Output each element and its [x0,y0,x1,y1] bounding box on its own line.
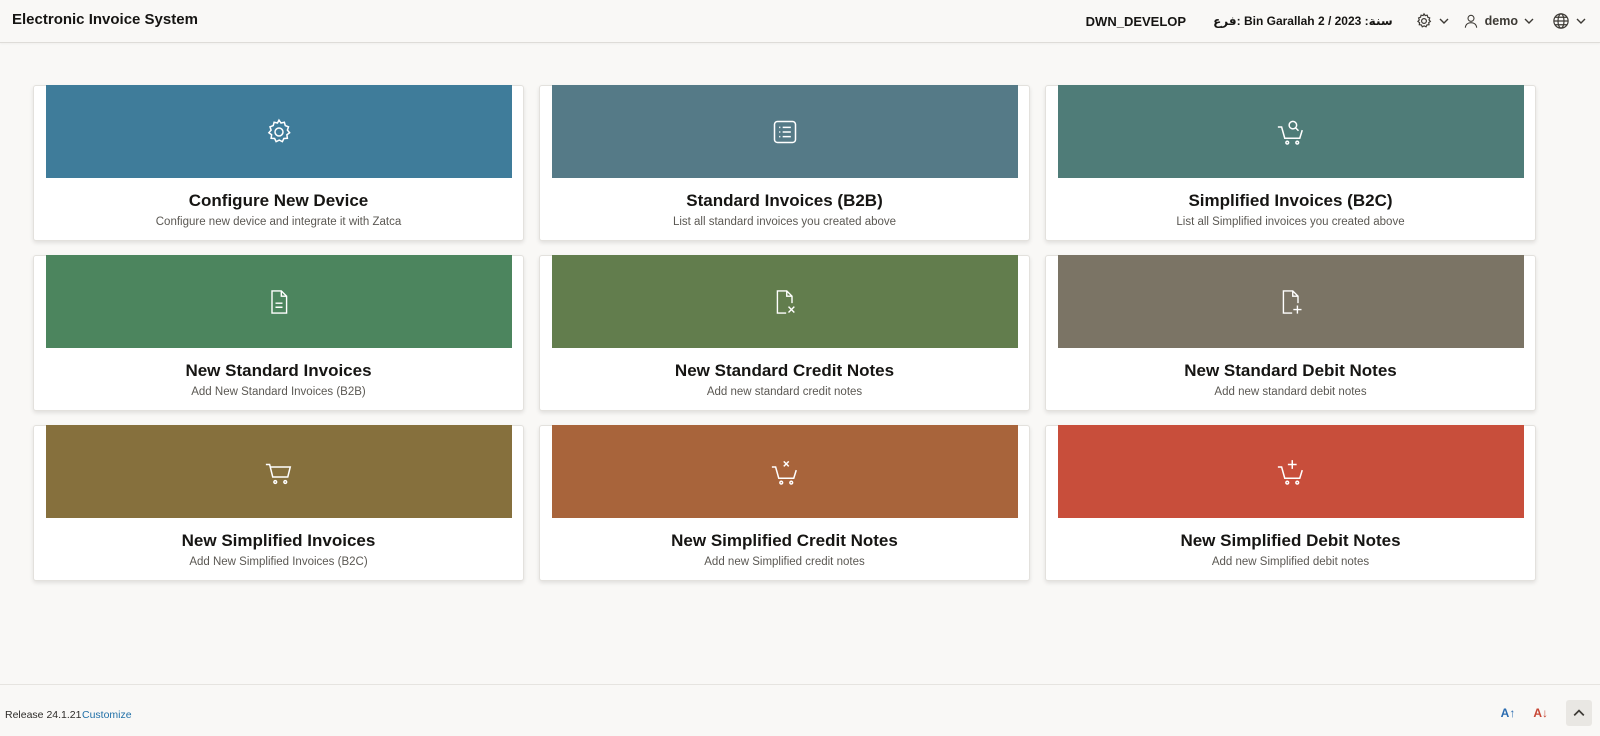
release-version: Release 24.1.21 [5,709,82,721]
gear-icon [267,118,291,143]
card-subtitle: List all Simplified invoices you created… [1176,216,1405,228]
increase-font-size-icon[interactable]: A↑ [1501,706,1516,720]
app-title[interactable]: Electronic Invoice System [12,11,198,28]
card-new-standard-invoices[interactable]: New Standard Invoices Add New Standard I… [33,255,524,411]
card-banner [46,425,512,518]
card-title: New Simplified Debit Notes [1180,531,1401,550]
cart-search-icon [1277,120,1303,145]
card-banner [552,425,1018,518]
user-name: demo [1484,14,1518,28]
card-banner [552,255,1018,348]
card-standard-invoices[interactable]: Standard Invoices (B2B) List all standar… [539,85,1030,241]
card-banner [46,255,512,348]
chevron-down-icon [1524,18,1534,24]
cards-grid: Configure New Device Configure new devic… [33,85,1536,581]
card-configure-new-device[interactable]: Configure New Device Configure new devic… [33,85,524,241]
card-title: New Simplified Invoices [181,531,376,550]
card-subtitle: Add New Standard Invoices (B2B) [191,386,366,398]
decrease-font-size-icon[interactable]: A↓ [1533,706,1548,720]
customize-link[interactable]: Customize [82,709,132,721]
branch-year-label: فرع: Bin Garallah 2 / 2023 :سنة [1213,14,1393,28]
cart-plus-icon [1277,459,1303,485]
card-subtitle: Add new Simplified credit notes [704,556,865,568]
document-plus-icon [1282,289,1302,314]
card-banner [1058,255,1524,348]
card-title: New Standard Invoices [185,361,372,380]
card-title: New Simplified Credit Notes [671,531,898,550]
scroll-to-top-button[interactable] [1566,700,1592,726]
language-menu-button[interactable] [1552,12,1586,30]
card-simplified-invoices[interactable]: Simplified Invoices (B2C) List all Simpl… [1045,85,1536,241]
card-title: Standard Invoices (B2B) [686,191,883,210]
card-subtitle: Add new standard debit notes [1214,386,1367,398]
card-banner [1058,425,1524,518]
footer-tools: A↑ A↓ [1501,700,1592,726]
cart-icon [265,463,292,484]
chevron-down-icon [1439,18,1449,24]
card-title: New Standard Credit Notes [674,361,895,380]
card-banner [46,85,512,178]
card-title: Configure New Device [188,191,369,210]
user-menu-button[interactable]: demo [1463,13,1534,29]
card-subtitle: Configure new device and integrate it wi… [155,216,402,228]
card-new-simplified-invoices[interactable]: New Simplified Invoices Add New Simplifi… [33,425,524,581]
user-icon [1464,14,1477,28]
gear-icon [1416,12,1431,28]
settings-menu-button[interactable] [1415,12,1449,30]
page-footer: Release 24.1.21 Customize A↑ A↓ [0,684,1600,736]
chevron-down-icon [1576,18,1586,24]
card-subtitle: Add new standard credit notes [706,386,863,398]
card-new-standard-debit-notes[interactable]: New Standard Debit Notes Add new standar… [1045,255,1536,411]
chevron-up-icon [1573,709,1585,716]
environment-label: DWN_DEVELOP [1085,13,1187,29]
card-new-simplified-credit-notes[interactable]: New Simplified Credit Notes Add new Simp… [539,425,1030,581]
cart-x-icon [771,460,797,485]
top-navigation-bar: Electronic Invoice System DWN_DEVELOP فر… [0,0,1600,43]
card-title: Simplified Invoices (B2C) [1188,191,1393,210]
card-banner [552,85,1018,178]
card-subtitle: List all standard invoices you created a… [672,216,897,228]
card-title: New Standard Debit Notes [1184,361,1397,380]
header-actions: DWN_DEVELOP فرع: Bin Garallah 2 / 2023 :… [1086,0,1586,42]
card-new-simplified-debit-notes[interactable]: New Simplified Debit Notes Add new Simpl… [1045,425,1536,581]
card-new-standard-credit-notes[interactable]: New Standard Credit Notes Add new standa… [539,255,1030,411]
list-icon [773,120,797,143]
document-x-icon [776,289,795,314]
card-subtitle: Add New Simplified Invoices (B2C) [189,556,368,568]
document-icon [271,289,288,314]
card-subtitle: Add new Simplified debit notes [1211,556,1370,568]
globe-icon [1553,13,1569,29]
card-banner [1058,85,1524,178]
